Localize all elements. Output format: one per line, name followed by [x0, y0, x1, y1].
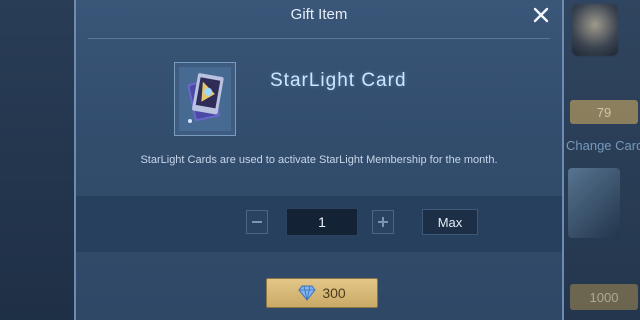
- starlight-card-icon: [174, 62, 236, 136]
- background-hero-thumbnail: [572, 4, 618, 56]
- plus-icon: [378, 217, 388, 227]
- item-name: StarLight Card: [270, 70, 407, 91]
- dialog-title: Gift Item: [290, 6, 348, 23]
- increase-quantity-button[interactable]: [372, 210, 394, 234]
- background-panel-left: [0, 0, 78, 320]
- close-button[interactable]: [528, 2, 554, 28]
- purchase-button[interactable]: 300: [266, 278, 378, 308]
- minus-icon: [252, 221, 262, 223]
- background-price-tag-2: 1000: [570, 284, 638, 310]
- background-panel-right: 79 Change Card 1000: [562, 0, 640, 320]
- purchase-price: 300: [322, 285, 346, 301]
- dialog-header: Gift Item: [76, 0, 562, 34]
- background-card-image: [568, 168, 620, 238]
- gift-item-dialog: Gift Item StarLight Card StarLight Cards…: [74, 0, 564, 320]
- decrease-quantity-button[interactable]: [246, 210, 268, 234]
- header-divider: [88, 38, 550, 39]
- background-change-card-label: Change Card: [566, 138, 640, 153]
- diamond-icon: [298, 285, 316, 301]
- item-description: StarLight Cards are used to activate Sta…: [140, 154, 498, 166]
- close-icon: [533, 7, 549, 23]
- quantity-input[interactable]: 1: [286, 208, 358, 236]
- max-quantity-button[interactable]: Max: [422, 209, 478, 235]
- background-price-tag: 79: [570, 100, 638, 124]
- quantity-selector: 1 Max: [76, 196, 562, 252]
